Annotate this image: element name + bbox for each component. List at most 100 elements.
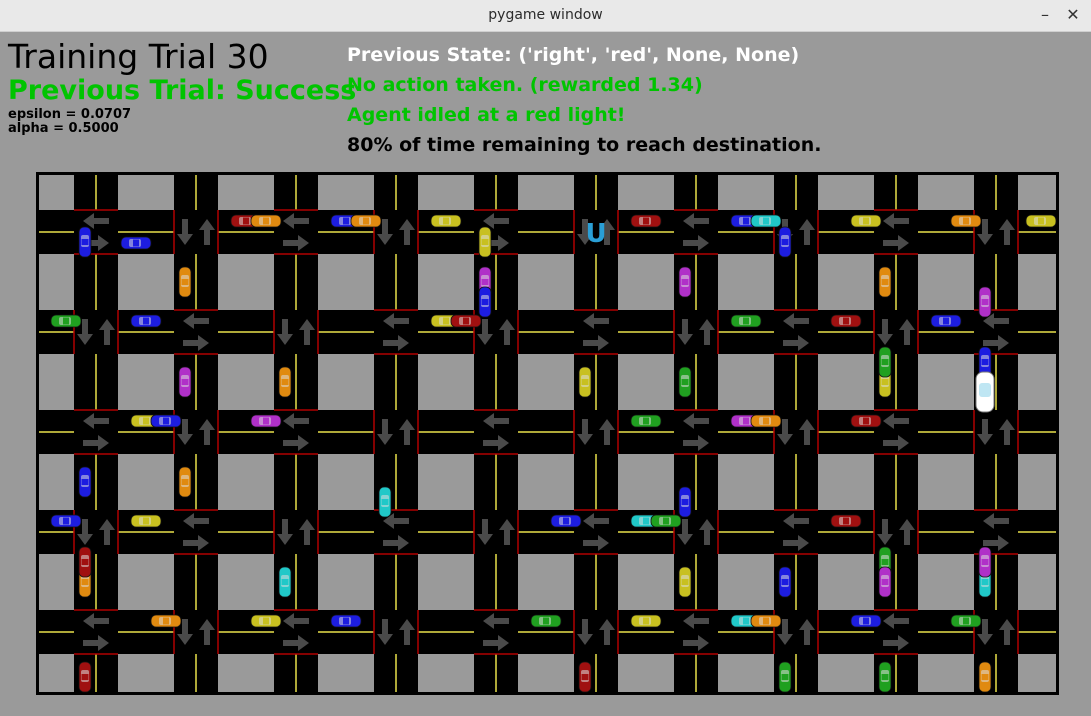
car-icon — [78, 661, 92, 693]
car-roof — [963, 217, 969, 225]
car-roof — [481, 239, 489, 245]
intersection — [674, 510, 718, 554]
city-block — [318, 175, 374, 210]
car-roof — [581, 674, 589, 680]
minimize-button[interactable]: – — [1034, 4, 1056, 26]
city-block — [218, 354, 274, 410]
intersection — [74, 610, 118, 654]
action-message: No action taken. (rewarded 1.34) — [347, 74, 703, 96]
car-icon — [978, 546, 992, 578]
city-block — [918, 554, 974, 610]
car-roof — [863, 617, 869, 625]
car-icon — [678, 486, 692, 518]
city-block — [118, 454, 174, 510]
intersection — [274, 610, 318, 654]
car-icon — [778, 566, 792, 598]
car-icon — [130, 314, 162, 328]
car-icon — [878, 566, 892, 598]
city-block — [418, 454, 474, 510]
car-roof — [963, 617, 969, 625]
car-roof — [281, 379, 289, 385]
car-icon — [78, 226, 92, 258]
car-roof — [763, 217, 769, 225]
intersection — [174, 210, 218, 254]
car-roof — [463, 317, 469, 325]
car-icon — [630, 214, 662, 228]
intersection — [474, 410, 518, 454]
city-block — [818, 454, 874, 510]
city-block — [718, 175, 774, 210]
intersection — [574, 410, 618, 454]
car-icon — [330, 614, 362, 628]
city-block — [618, 175, 674, 210]
city-block — [118, 175, 174, 210]
car-roof — [563, 517, 569, 525]
car-roof — [981, 359, 989, 365]
city-block — [218, 654, 274, 692]
intersection — [374, 210, 418, 254]
car-icon — [678, 266, 692, 298]
city-block — [118, 554, 174, 610]
city-block — [1018, 654, 1056, 692]
intersection — [974, 510, 1018, 554]
destination-marker: U — [585, 219, 606, 249]
car-icon — [178, 366, 192, 398]
car-roof — [481, 279, 489, 285]
hud-left: Training Trial 30 Previous Trial: Succes… — [8, 38, 356, 136]
car-icon — [850, 614, 882, 628]
close-button[interactable]: ✕ — [1062, 4, 1084, 26]
city-block — [618, 454, 674, 510]
car-roof — [643, 217, 649, 225]
city-block — [39, 175, 74, 210]
car-roof — [843, 517, 849, 525]
city-block — [1018, 454, 1056, 510]
city-block — [918, 254, 974, 310]
car-icon — [750, 214, 782, 228]
car-icon — [678, 566, 692, 598]
car-icon — [778, 661, 792, 693]
car-roof — [281, 579, 289, 585]
car-roof — [843, 317, 849, 325]
car-icon — [578, 366, 592, 398]
car-roof — [681, 499, 689, 505]
intersection — [874, 410, 918, 454]
car-roof — [643, 617, 649, 625]
car-roof — [163, 617, 169, 625]
car-roof — [63, 317, 69, 325]
intersection — [974, 310, 1018, 354]
city-block — [918, 175, 974, 210]
city-block — [718, 254, 774, 310]
car-roof — [763, 417, 769, 425]
udacity-logo-icon: U — [585, 219, 606, 249]
car-icon — [378, 486, 392, 518]
car-roof — [981, 299, 989, 305]
city-block — [918, 454, 974, 510]
city-block — [118, 654, 174, 692]
city-block — [39, 654, 74, 692]
intersection — [874, 510, 918, 554]
car-roof — [743, 217, 749, 225]
car-icon — [278, 566, 292, 598]
city-block — [1018, 175, 1056, 210]
intersection — [274, 210, 318, 254]
car-icon — [950, 214, 982, 228]
car-roof — [181, 379, 189, 385]
car-roof — [443, 317, 449, 325]
car-icon — [478, 286, 492, 318]
city-block — [218, 175, 274, 210]
intersection — [74, 410, 118, 454]
car-roof — [181, 479, 189, 485]
car-roof — [163, 417, 169, 425]
intersection — [574, 610, 618, 654]
car-roof — [133, 239, 139, 247]
intersection — [574, 310, 618, 354]
reason-message: Agent idled at a red light! — [347, 104, 626, 126]
city-block — [518, 254, 574, 310]
city-block — [618, 654, 674, 692]
car-icon — [650, 514, 682, 528]
city-block — [918, 654, 974, 692]
car-icon — [278, 366, 292, 398]
city-block — [418, 254, 474, 310]
intersection — [374, 510, 418, 554]
car-roof — [881, 579, 889, 585]
